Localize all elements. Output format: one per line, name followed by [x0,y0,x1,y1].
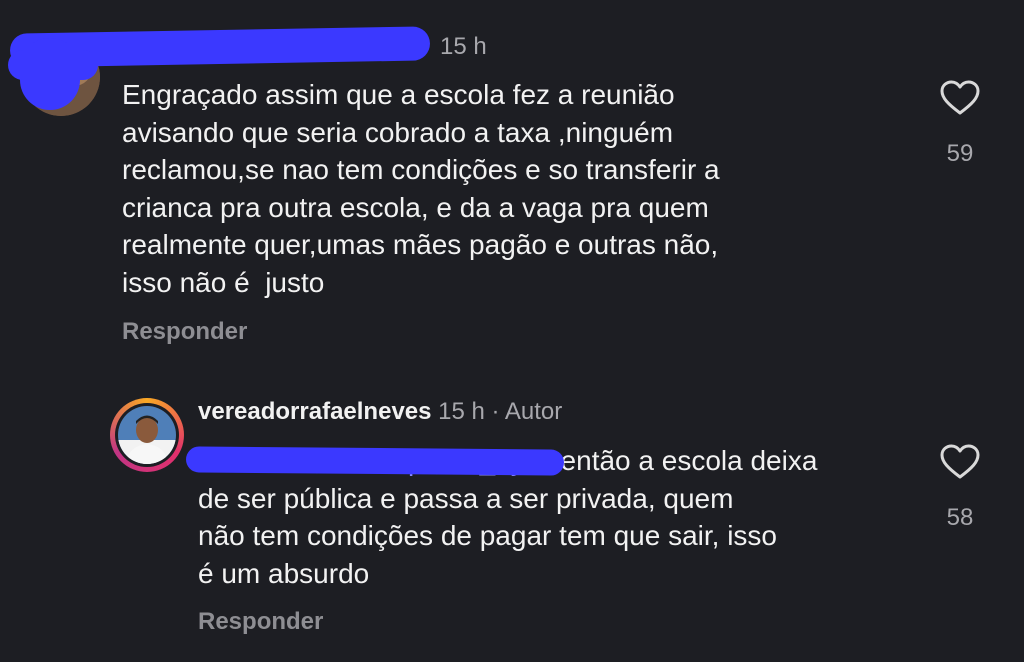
heart-outline-icon [940,444,980,479]
heart-outline-icon [940,80,980,115]
reply-button[interactable]: Responder [122,318,247,346]
comment-1: 15 h Engraçado assim que a escola fez a … [0,0,1024,370]
like-button[interactable] [940,80,980,121]
like-button[interactable] [940,444,980,485]
username[interactable]: vereadorrafaelneves [198,398,431,425]
comment-meta: vereadorrafaelneves 15 h · Autor [198,398,562,426]
redaction-mark [8,50,98,80]
like-count: 59 [946,140,974,167]
comment-2: vereadorrafaelneves 15 h · Autor pedro_a… [0,370,1024,662]
comment-time: 15 h [438,398,485,425]
author-badge: Autor [504,398,563,425]
avatar [115,403,179,467]
avatar-story-ring[interactable] [110,398,184,472]
redaction-mark [185,446,565,476]
like-count: 58 [946,504,974,531]
reply-button[interactable]: Responder [198,608,323,636]
comment-meta: 15 h [440,33,487,61]
separator-dot: · [491,398,500,425]
comment-text: Engraçado assim que a escola fez a reuni… [122,79,720,298]
comment-time: 15 h [440,33,487,60]
avatar-photo [118,406,176,464]
